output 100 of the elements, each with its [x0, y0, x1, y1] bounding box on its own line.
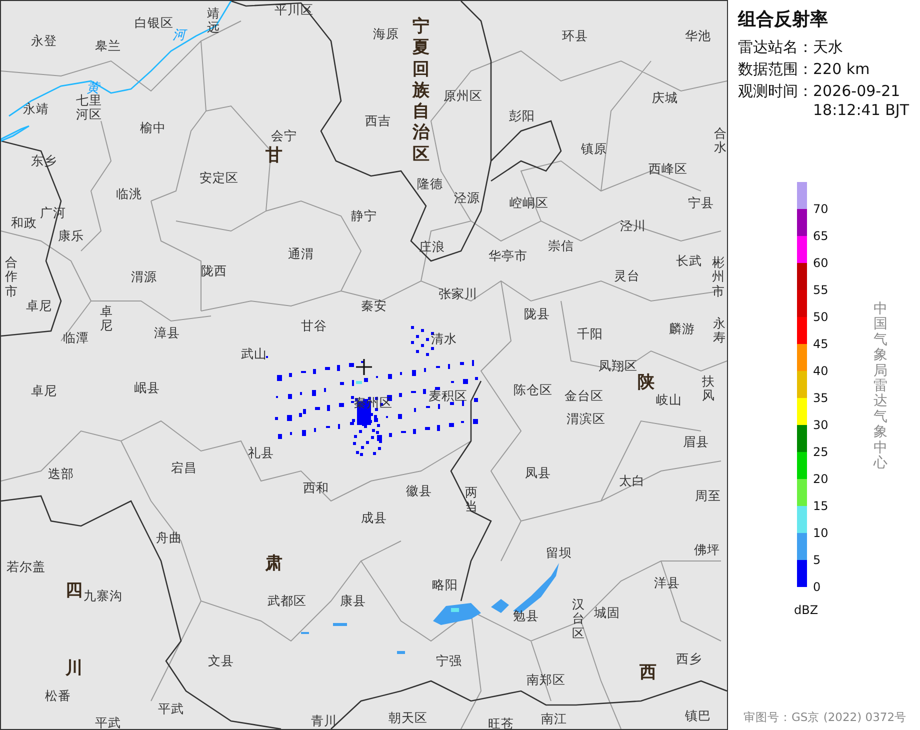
place-label: 崆峒区	[510, 196, 548, 210]
place-label: 南江	[541, 712, 567, 726]
place-label: 陇县	[524, 306, 550, 322]
radar-center-icon	[356, 359, 372, 375]
place-label: 留坝	[546, 546, 572, 560]
place-label: 崇信	[548, 238, 574, 254]
place-label: 宁县	[688, 196, 714, 210]
place-label: 凤翔区	[598, 358, 638, 374]
place-label: 甘	[266, 145, 282, 167]
scale-label: 15	[813, 499, 828, 513]
field-value: 220 km	[813, 60, 871, 79]
place-label: 张家川	[438, 286, 478, 302]
place-label: 朝天区	[388, 710, 428, 726]
place-label: 永登	[31, 34, 57, 48]
place-label: 礼县	[248, 446, 274, 460]
scale-label: 20	[813, 472, 828, 486]
place-label: 岐山	[656, 392, 682, 408]
scale-label: 40	[813, 364, 828, 378]
place-label: 城固	[594, 606, 620, 620]
place-label: 舟曲	[156, 530, 182, 546]
place-label: 和政	[11, 216, 37, 230]
place-label: 陈仓区	[514, 382, 552, 398]
field-value: 天水	[813, 38, 844, 57]
place-label: 汉台区	[572, 597, 584, 641]
place-label: 西和	[303, 480, 329, 496]
place-label: 太白	[619, 474, 645, 488]
place-label: 彬州市	[712, 255, 724, 299]
place-label: 合作市	[4, 255, 18, 299]
place-label: 西乡	[676, 652, 702, 666]
scale-label: 0	[813, 580, 821, 594]
place-label: 镇原	[581, 142, 607, 156]
place-label: 佛坪	[694, 542, 720, 558]
place-label: 华池	[685, 28, 711, 44]
place-label: 临洮	[116, 186, 142, 202]
place-label: 岷县	[134, 380, 160, 396]
panel-title: 组合反射率	[738, 8, 829, 32]
place-label: 陇西	[201, 264, 227, 278]
place-label: 通渭	[288, 246, 314, 262]
place-label: 会宁	[271, 128, 297, 144]
scale-label: 35	[813, 391, 828, 405]
scale-label: 50	[813, 310, 828, 324]
field-label: 雷达站名：	[738, 38, 813, 57]
place-label: 康乐	[58, 228, 84, 244]
scale-label: 70	[813, 202, 828, 216]
place-label: 平武	[95, 716, 121, 729]
place-label: 临潭	[63, 330, 89, 346]
scale-label: 5	[813, 553, 821, 567]
place-label: 麦积区	[428, 388, 468, 404]
place-label: 环县	[562, 28, 588, 44]
place-label: 眉县	[683, 434, 709, 450]
place-label: 静宁	[351, 208, 377, 224]
place-label: 泾源	[454, 190, 480, 206]
place-label: 川	[66, 658, 82, 680]
place-label: 麟游	[669, 322, 695, 336]
scale-label: 55	[813, 283, 828, 297]
place-label: 卓尼	[31, 384, 57, 398]
place-label: 武都区	[268, 594, 306, 608]
place-label: 漳县	[154, 326, 180, 340]
place-label: 宕昌	[171, 460, 197, 476]
place-label: 成县	[361, 510, 387, 526]
place-label: 陕	[638, 372, 654, 394]
place-label: 渭源	[131, 270, 157, 284]
place-label: 彭阳	[509, 108, 535, 124]
place-label: 长武	[676, 254, 702, 268]
place-label: 永靖	[23, 102, 49, 116]
place-label: 九寨沟	[84, 588, 122, 604]
place-label: 扶风	[702, 374, 714, 404]
place-label: 甘谷	[301, 318, 327, 334]
place-label: 白银区	[134, 16, 174, 30]
place-label: 松番	[45, 688, 71, 704]
place-label: 千阳	[577, 326, 603, 342]
place-label: 凤县	[525, 466, 551, 480]
field-label: 观测时间：	[738, 82, 813, 102]
place-label: 泾川	[620, 218, 646, 234]
place-label: 南郑区	[526, 672, 566, 688]
place-label: 隆德	[417, 176, 443, 192]
place-label: 肃	[266, 553, 282, 575]
place-label: 清水	[431, 332, 457, 346]
approval-number: 审图号：GS京 (2022) 0372号	[742, 708, 908, 726]
scale-label: 10	[813, 526, 828, 540]
field-value: 2026-09-21 18:12:41 BJT	[813, 82, 909, 120]
place-label: 渭滨区	[566, 412, 606, 426]
place-label: 四	[66, 580, 82, 602]
place-label: 华亭市	[488, 248, 528, 264]
place-label: 东乡	[31, 154, 57, 168]
place-label: 永寿	[712, 316, 726, 346]
place-label: 勉县	[513, 608, 539, 624]
place-label: 徽县	[406, 484, 432, 498]
place-label: 青川	[311, 714, 337, 728]
place-label: 皋兰	[95, 38, 121, 54]
place-label: 七里河区	[76, 94, 102, 122]
scale-label: 60	[813, 256, 828, 270]
field-label: 数据范围：	[738, 60, 813, 79]
place-label: 洋县	[654, 576, 680, 590]
place-label: 旺苍	[488, 716, 514, 729]
place-label: 金台区	[564, 388, 604, 404]
scale-label: 45	[813, 337, 828, 351]
place-label: 安定区	[200, 170, 238, 186]
place-label: 镇巴	[685, 708, 711, 724]
agency-label: 中国气象局雷达气象中心	[873, 302, 888, 472]
